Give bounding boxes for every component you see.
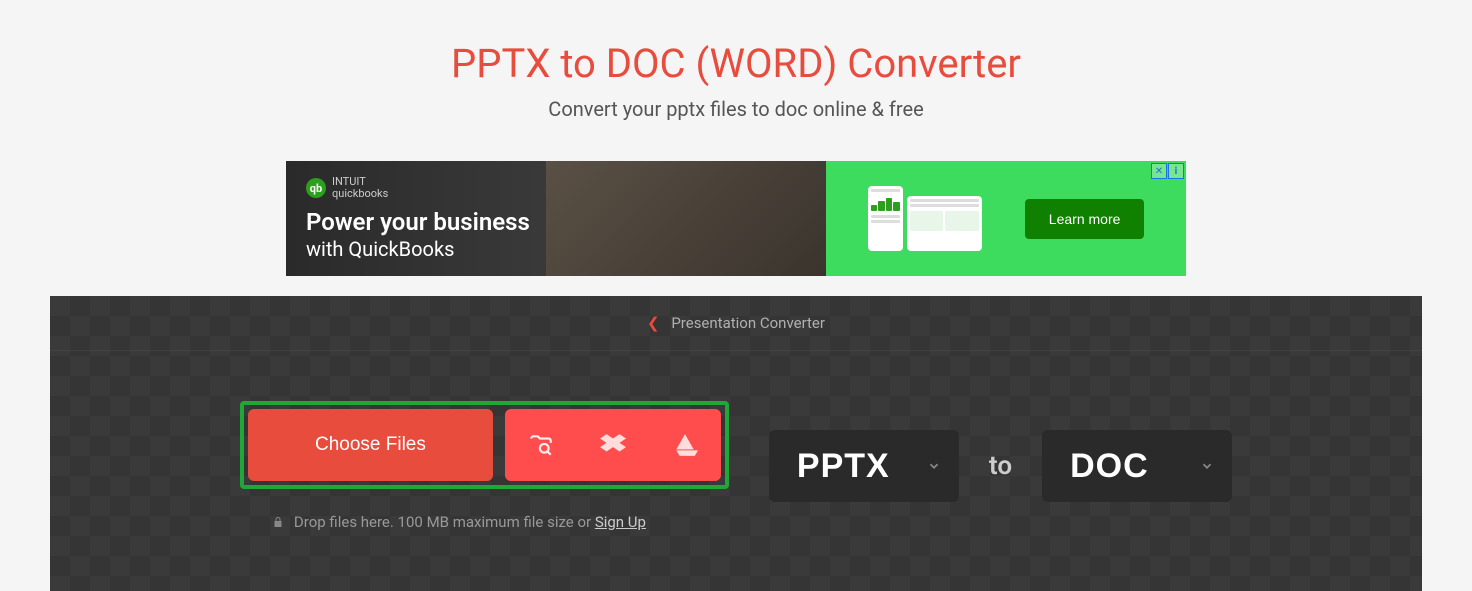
chevron-down-icon [927,459,941,473]
chevron-down-icon [1200,459,1214,473]
to-label: to [989,451,1012,481]
signup-link[interactable]: Sign Up [595,513,646,531]
ad-banner[interactable]: qb INTUIT quickbooks Power your business… [286,161,1186,276]
dropbox-icon [600,432,626,458]
from-format-select[interactable]: PPTX [769,430,959,502]
breadcrumb-label: Presentation Converter [671,314,825,332]
google-drive-icon [672,432,698,458]
choose-files-button[interactable]: Choose Files [248,409,493,481]
quickbooks-icon: qb [306,178,326,198]
converter-panel: ❮ Presentation Converter Choose Files [50,296,1422,591]
to-format-select[interactable]: DOC [1042,430,1232,502]
chevron-left-icon: ❮ [647,314,660,332]
from-format-label: PPTX [797,447,890,486]
page-subtitle: Convert your pptx files to doc online & … [0,97,1472,121]
dropbox-button[interactable] [577,409,649,481]
browse-folder-button[interactable] [505,409,577,481]
ad-close-icon[interactable]: ✕ [1151,163,1167,179]
folder-search-icon [528,432,554,458]
file-hint: Drop files here. 100 MB maximum file siz… [272,513,646,531]
ad-devices-graphic [868,186,982,251]
ad-cta-button[interactable]: Learn more [1025,199,1145,239]
hint-text: Drop files here. 100 MB maximum file siz… [294,513,595,531]
ad-logo-line2: quickbooks [332,188,388,200]
lock-icon [272,516,284,528]
ad-info-icon[interactable]: i [1168,163,1184,179]
breadcrumb[interactable]: ❮ Presentation Converter [50,296,1422,351]
google-drive-button[interactable] [649,409,721,481]
ad-photo [546,161,826,276]
to-format-label: DOC [1070,447,1149,486]
page-title: PPTX to DOC (WORD) Converter [0,40,1472,87]
